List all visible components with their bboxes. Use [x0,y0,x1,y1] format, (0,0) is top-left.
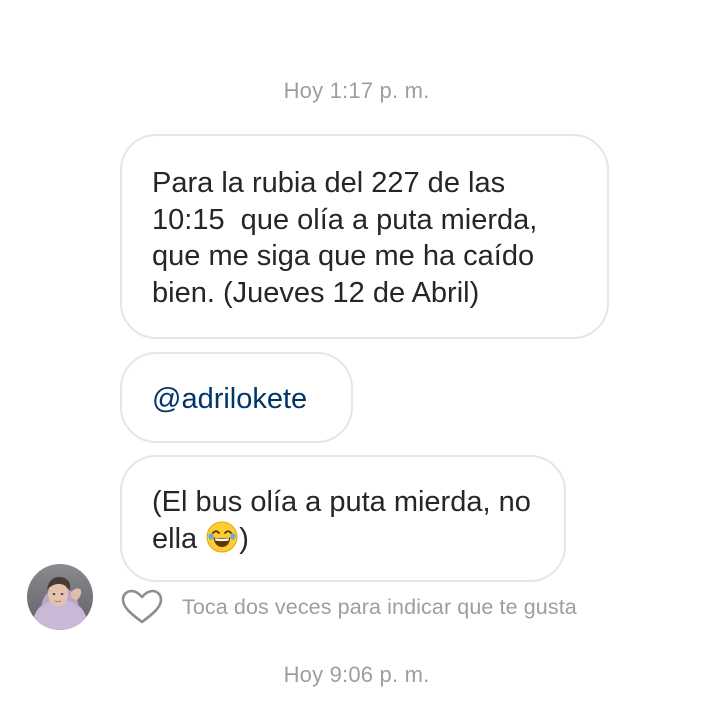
avatar[interactable] [27,564,93,630]
face-with-tears-of-joy-icon [206,521,238,552]
message-bubble-mention[interactable]: @adrilokete [120,352,353,443]
message-bubble-1[interactable]: Para la rubia del 227 de las 10:15 que o… [120,134,609,339]
message-text: ) [239,522,249,555]
message-line: 10:15 que olía a puta mierda, [152,203,538,236]
mention-link[interactable]: @adrilokete [152,381,321,418]
timestamp-top: Hoy 1:17 p. m. [283,78,430,103]
message-line: que me siga que me ha caído [152,240,535,272]
message-line: Para la rubia del 227 de las [152,167,506,199]
message-text: ella [152,522,206,555]
like-hint-text: Toca dos veces para indicar que te gusta [182,594,577,619]
message-line: (El bus olía a puta mierda, no [152,486,531,518]
user-avatar-photo [27,564,93,630]
message-line-with-emoji: ella ) [152,521,534,558]
message-bubble-3[interactable]: (El bus olía a puta mierda, no ella ) [120,455,566,582]
timestamp-bottom: Hoy 9:06 p. m. [283,662,430,687]
heart-outline-icon[interactable] [120,588,164,626]
direct-message-thread: Hoy 1:17 p. m. Para la rubia del 227 de … [0,0,713,713]
message-line: bien. (Jueves 12 de Abril) [152,276,480,309]
like-row[interactable]: Toca dos veces para indicar que te gusta [120,588,577,626]
